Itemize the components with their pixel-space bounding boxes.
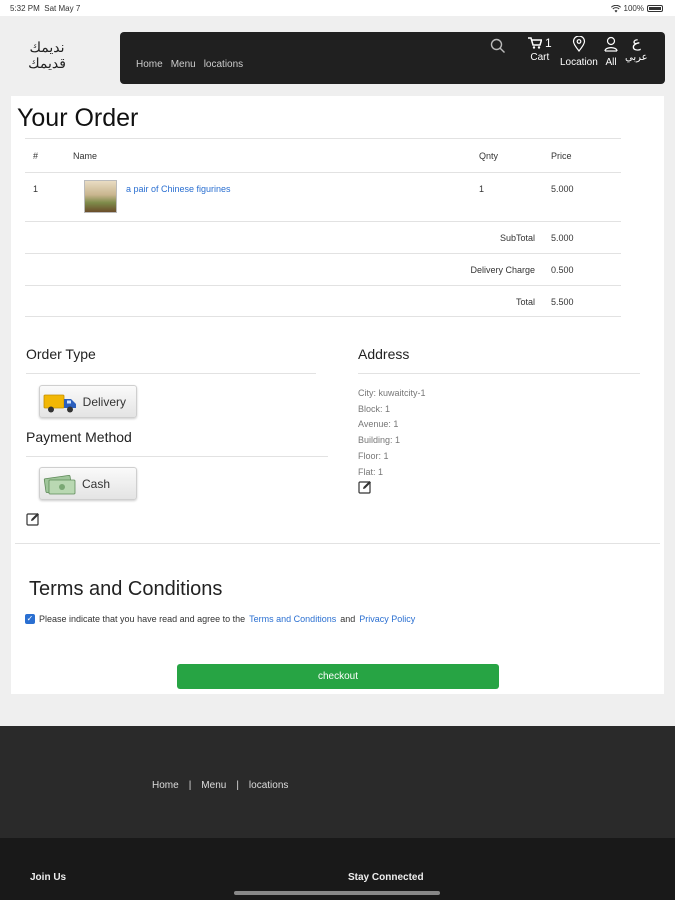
language-button[interactable]: ع عربي xyxy=(625,34,648,63)
terms-agreement: ✓ Please indicate that you have read and… xyxy=(25,614,415,624)
status-time: 5:32 PM Sat May 7 xyxy=(10,4,81,13)
location-label: Location xyxy=(560,57,598,68)
address-flat: Flat: 1 xyxy=(358,466,384,477)
address-block: Block: 1 xyxy=(358,403,391,414)
subtotal-label: SubTotal xyxy=(499,233,535,243)
wifi-icon xyxy=(610,4,621,12)
subtotal-value: 5.000 xyxy=(551,233,574,243)
nav-locations[interactable]: locations xyxy=(204,59,243,70)
cash-icon xyxy=(43,474,76,495)
location-button[interactable]: Location xyxy=(560,35,598,68)
item-qty: 1 xyxy=(479,184,485,194)
table-row: 1 a pair of Chinese figurines 1 5.000 xyxy=(25,172,621,221)
header: نديمك قديمك Home Menu locations 1 Cart L… xyxy=(0,16,675,96)
nav-home[interactable]: Home xyxy=(136,59,163,70)
address-floor: Floor: 1 xyxy=(358,450,389,461)
cash-option-button[interactable]: Cash xyxy=(39,467,137,500)
account-button[interactable]: All xyxy=(604,36,618,68)
product-thumbnail[interactable] xyxy=(84,180,117,213)
footer-nav: Home | Menu | locations xyxy=(152,780,288,791)
page-title: Your Order xyxy=(17,104,139,132)
footer-separator: | xyxy=(188,780,192,791)
delivery-option-button[interactable]: Delivery xyxy=(39,385,137,418)
address-building: Building: 1 xyxy=(358,435,401,446)
language-glyph: ع xyxy=(631,34,641,51)
col-qty: Qnty xyxy=(479,151,499,161)
subtotal-row: SubTotal 5.000 xyxy=(25,221,621,253)
terms-checkbox[interactable]: ✓ xyxy=(25,614,35,624)
nav-links: Home Menu locations xyxy=(136,59,243,70)
search-icon xyxy=(490,38,505,53)
edit-icon[interactable] xyxy=(26,512,40,526)
navbar: Home Menu locations 1 Cart Location All … xyxy=(120,32,665,84)
user-icon xyxy=(604,36,618,52)
address-title: Address xyxy=(358,346,410,362)
footer-home-link[interactable]: Home xyxy=(152,780,179,791)
address-details: City: kuwaitcity-1 Block: 1 Avenue: 1 Bu… xyxy=(358,386,426,480)
col-name: Name xyxy=(73,151,98,161)
home-indicator[interactable] xyxy=(234,891,440,895)
privacy-link[interactable]: Privacy Policy xyxy=(359,614,415,624)
cart-button[interactable]: 1 Cart xyxy=(528,36,552,63)
search-button[interactable] xyxy=(490,38,506,57)
footer-links-section: Home | Menu | locations xyxy=(0,726,675,838)
checkout-button[interactable]: checkout xyxy=(177,664,499,689)
stay-connected-heading: Stay Connected xyxy=(348,872,424,883)
nav-menu[interactable]: Menu xyxy=(171,59,196,70)
delivery-row: Delivery Charge 0.500 xyxy=(25,253,621,285)
account-label: All xyxy=(605,57,617,68)
address-city: City: kuwaitcity-1 xyxy=(358,388,426,398)
total-label: Total xyxy=(515,297,535,307)
logo[interactable]: نديمك قديمك xyxy=(20,40,74,72)
footer-menu-link[interactable]: Menu xyxy=(201,780,226,791)
logo-line-1: نديمك xyxy=(29,40,65,56)
footer-locations-link[interactable]: locations xyxy=(249,780,288,791)
order-type-title: Order Type xyxy=(26,346,96,362)
terms-title: Terms and Conditions xyxy=(29,578,223,600)
divider xyxy=(358,373,640,374)
total-row: Total 5.500 xyxy=(25,285,621,317)
divider xyxy=(15,543,660,544)
order-table: # Name Qnty Price 1 a pair of Chinese fi… xyxy=(25,138,621,317)
divider xyxy=(26,373,316,374)
cart-count: 1 xyxy=(545,36,552,50)
footer-separator: | xyxy=(236,780,239,791)
cart-label: Cart xyxy=(530,52,550,63)
cash-option-label: Cash xyxy=(81,477,110,491)
col-price: Price xyxy=(551,151,572,161)
address-avenue: Avenue: 1 xyxy=(358,419,399,430)
item-num: 1 xyxy=(33,184,39,194)
total-value: 5.500 xyxy=(551,297,574,307)
table-header: # Name Qnty Price xyxy=(25,138,621,172)
item-name-link[interactable]: a pair of Chinese figurines xyxy=(126,184,231,194)
terms-text: Please indicate that you have read and a… xyxy=(39,614,246,624)
order-card: Your Order # Name Qnty Price 1 a pair of… xyxy=(11,96,664,694)
col-num: # xyxy=(33,151,39,161)
logo-line-2: قديمك xyxy=(28,56,66,72)
language-label: عربي xyxy=(625,52,648,63)
edit-address-icon[interactable] xyxy=(358,480,372,494)
terms-and: and xyxy=(340,614,356,624)
cart-icon xyxy=(528,37,542,49)
delivery-label: Delivery Charge xyxy=(470,265,535,275)
delivery-option-label: Delivery xyxy=(82,395,126,409)
battery-icon xyxy=(647,5,663,12)
join-us-heading: Join Us xyxy=(30,872,67,883)
divider xyxy=(26,456,328,457)
payment-method-title: Payment Method xyxy=(26,429,132,445)
location-pin-icon xyxy=(572,35,586,52)
terms-link[interactable]: Terms and Conditions xyxy=(249,614,336,624)
battery-percent: 100% xyxy=(623,4,644,13)
item-price: 5.000 xyxy=(551,184,574,194)
delivery-value: 0.500 xyxy=(551,265,574,275)
status-bar: 5:32 PM Sat May 7 100% xyxy=(0,0,675,16)
delivery-truck-icon xyxy=(43,394,76,413)
